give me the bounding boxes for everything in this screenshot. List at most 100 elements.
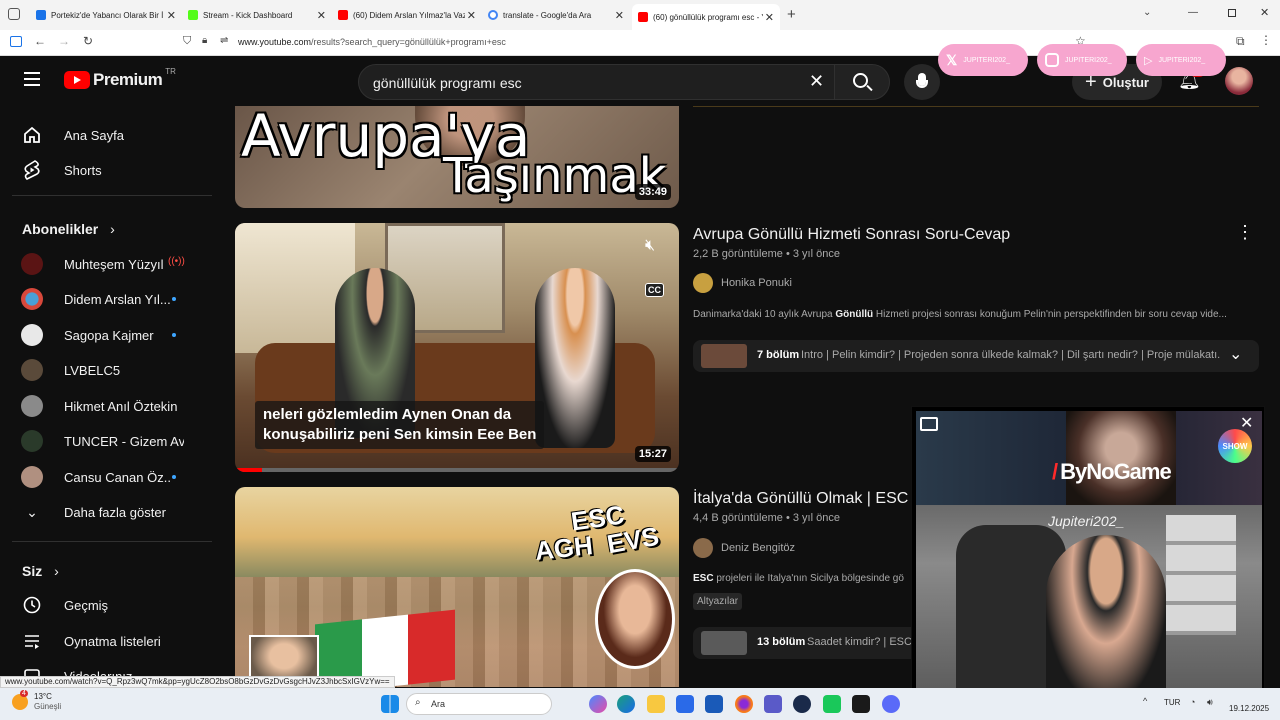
clear-search-icon[interactable]: ✕ [809, 71, 824, 92]
show-more-button[interactable]: ⌄ Daha fazla göster [0, 494, 214, 530]
copilot-icon[interactable] [589, 695, 607, 713]
more-options-icon[interactable]: ⋮ [1236, 222, 1254, 243]
video-title[interactable]: Avrupa Gönüllü Hizmeti Sonrası Soru-Ceva… [693, 226, 1010, 244]
sidebar-divider [12, 541, 212, 542]
youtube-logo[interactable]: Premium TR [64, 67, 176, 90]
status-url: www.youtube.com/watch?v=Q_Rpz3wQ7mk&pp=y… [0, 676, 395, 688]
steam-icon[interactable] [793, 695, 811, 713]
you-heading[interactable]: Siz › [22, 563, 59, 579]
sidebar-item-playlists[interactable]: Oynatma listeleri [0, 623, 214, 659]
close-tab-icon[interactable]: ✕ [317, 9, 326, 22]
sidebar-item-subscription[interactable]: LVBELC5 [0, 352, 214, 388]
close-tab-icon[interactable]: ✕ [615, 9, 624, 22]
lock-icon[interactable]: 🔒︎ [202, 35, 207, 46]
avatar[interactable] [1225, 67, 1253, 95]
chevron-down-icon[interactable]: ⌄ [1229, 344, 1242, 364]
avatar [21, 359, 43, 381]
weather-widget[interactable]: 4 13°C Güneşli [12, 690, 61, 712]
language-indicator[interactable]: TUR [1164, 698, 1180, 707]
clock-date[interactable]: 19.12.2025 [1229, 704, 1269, 713]
new-content-dot [172, 297, 176, 301]
close-tab-icon[interactable]: ✕ [167, 9, 176, 22]
browser-tab[interactable]: Portekiz'de Yabancı Olarak Bir İş ✕ [30, 4, 182, 26]
chapter-thumbnail [701, 344, 747, 368]
thumbnail-person [535, 268, 615, 448]
whatsapp-icon[interactable] [823, 695, 841, 713]
channel-link[interactable]: Deniz Bengitöz [693, 538, 795, 558]
new-tab-button[interactable]: + [787, 6, 796, 23]
url-field[interactable]: www.youtube.com/results?search_query=gön… [238, 37, 506, 47]
expand-icon[interactable] [920, 417, 938, 431]
play-icon: ▷ [1144, 54, 1153, 67]
search-input[interactable]: gönüllülük programı esc ✕ [358, 64, 840, 100]
browser-tab[interactable]: (60) Didem Arslan Yılmaz'la Vaz ✕ [332, 4, 482, 26]
app-icon[interactable] [852, 695, 870, 713]
search-button[interactable] [834, 64, 890, 100]
subscriptions-heading[interactable]: Abonelikler › [22, 221, 115, 237]
reload-icon[interactable]: ↻ [83, 34, 93, 48]
firefox-icon[interactable] [735, 695, 753, 713]
tray-chevron-icon[interactable]: ^ [1143, 696, 1147, 706]
taskbar: 4 13°C Güneşli ⌕ Ara ^ TUR ◔ 🔊︎ 19.12.20… [0, 688, 1280, 720]
store-icon[interactable] [676, 695, 694, 713]
mini-player[interactable]: / ByNoGame SHOW ✕ Jupiteri202_ [911, 406, 1265, 702]
video-thumbnail[interactable]: ESC AGH EVS [235, 487, 679, 687]
thumbnail-person [1066, 411, 1176, 505]
windows-start-icon[interactable] [381, 695, 399, 713]
x-logo-icon: 𝕏 [946, 51, 958, 68]
file-explorer-icon[interactable] [647, 695, 665, 713]
weather-badge: 4 [20, 690, 28, 697]
voice-search-button[interactable] [904, 64, 940, 100]
close-icon[interactable]: ✕ [1240, 413, 1253, 433]
close-tab-icon[interactable]: ✕ [467, 9, 476, 22]
sidebar-item-subscription[interactable]: Cansu Canan Öz... [0, 459, 214, 495]
sidebar-item-subscription[interactable]: Hikmet Anıl Öztekin [0, 388, 214, 424]
channel-link[interactable]: Honika Ponuki [693, 273, 792, 293]
sidebar-item-shorts[interactable]: Shorts [0, 152, 214, 188]
back-icon[interactable]: ← [34, 34, 46, 48]
url-domain: www.youtube.com [238, 37, 312, 47]
edge-icon[interactable] [617, 695, 635, 713]
video-title[interactable]: İtalya'da Gönüllü Olmak | ESC P [693, 490, 923, 508]
cc-icon[interactable]: CC [645, 283, 664, 297]
tab-list-chevron-icon[interactable]: ⌄ [1143, 7, 1151, 18]
maximize-icon[interactable] [1228, 9, 1236, 17]
minimize-icon[interactable]: — [1188, 7, 1198, 18]
page-info-icon[interactable]: ⇌ [220, 35, 228, 46]
browser-tab[interactable]: translate - Google'da Ara ✕ [482, 4, 630, 26]
shield-icon[interactable]: ⛉ [183, 35, 191, 48]
tab-actions-icon[interactable] [8, 8, 20, 20]
close-window-icon[interactable]: ✕ [1260, 6, 1269, 19]
video-thumbnail[interactable]: Avrupa'ya Taşınmak 33:49 [235, 106, 679, 208]
mute-icon[interactable]: 🔇︎ [645, 237, 655, 255]
volume-icon[interactable]: 🔊︎ [1207, 697, 1213, 708]
extensions-icon[interactable]: ⧉ [1236, 34, 1245, 49]
outlook-icon[interactable] [705, 695, 723, 713]
sidebar-item-history[interactable]: Geçmiş [0, 587, 214, 623]
sidebar-item-subscription[interactable]: Muhteşem Yüzyıl ((•)) [0, 246, 214, 282]
sidebar-item-home[interactable]: Ana Sayfa [0, 117, 214, 153]
forward-icon[interactable]: → [58, 34, 70, 48]
teams-icon[interactable] [764, 695, 782, 713]
close-tab-icon[interactable]: ✕ [765, 11, 774, 24]
menu-icon[interactable]: ⋮ [1260, 33, 1272, 47]
live-icon: ((•)) [168, 256, 185, 267]
sidebar-item-subscription[interactable]: Sagopa Kajmer [0, 317, 214, 353]
hamburger-menu-icon[interactable] [24, 72, 40, 86]
avatar [21, 288, 43, 310]
sidebar-toggle-icon[interactable] [10, 36, 22, 47]
chapters-bar[interactable]: 13 bölüm Saadet kimdir? | ESC p [693, 627, 923, 659]
discord-icon[interactable] [882, 695, 900, 713]
taskbar-search[interactable]: ⌕ Ara [406, 693, 552, 715]
progress-bar[interactable] [235, 468, 262, 472]
chapters-bar[interactable]: 7 bölüm Intro | Pelin kimdir? | Projeden… [693, 340, 1259, 372]
social-pill-instagram: JUPITERI202_ [1037, 44, 1127, 76]
network-icon[interactable]: ◔ [1190, 697, 1195, 707]
video-thumbnail[interactable]: 🔇︎ CC neleri gözlemledim Aynen Onan da k… [235, 223, 679, 472]
tab-favicon-icon [488, 10, 498, 20]
sidebar-item-subscription[interactable]: Didem Arslan Yıl... [0, 281, 214, 317]
browser-tab-active[interactable]: (60) gönüllülük programı esc - Y ✕ [632, 4, 780, 30]
browser-tab[interactable]: Stream - Kick Dashboard ✕ [182, 4, 332, 26]
sidebar-item-subscription[interactable]: TUNCER - Gizem Av... [0, 423, 214, 459]
new-content-dot [172, 333, 176, 337]
